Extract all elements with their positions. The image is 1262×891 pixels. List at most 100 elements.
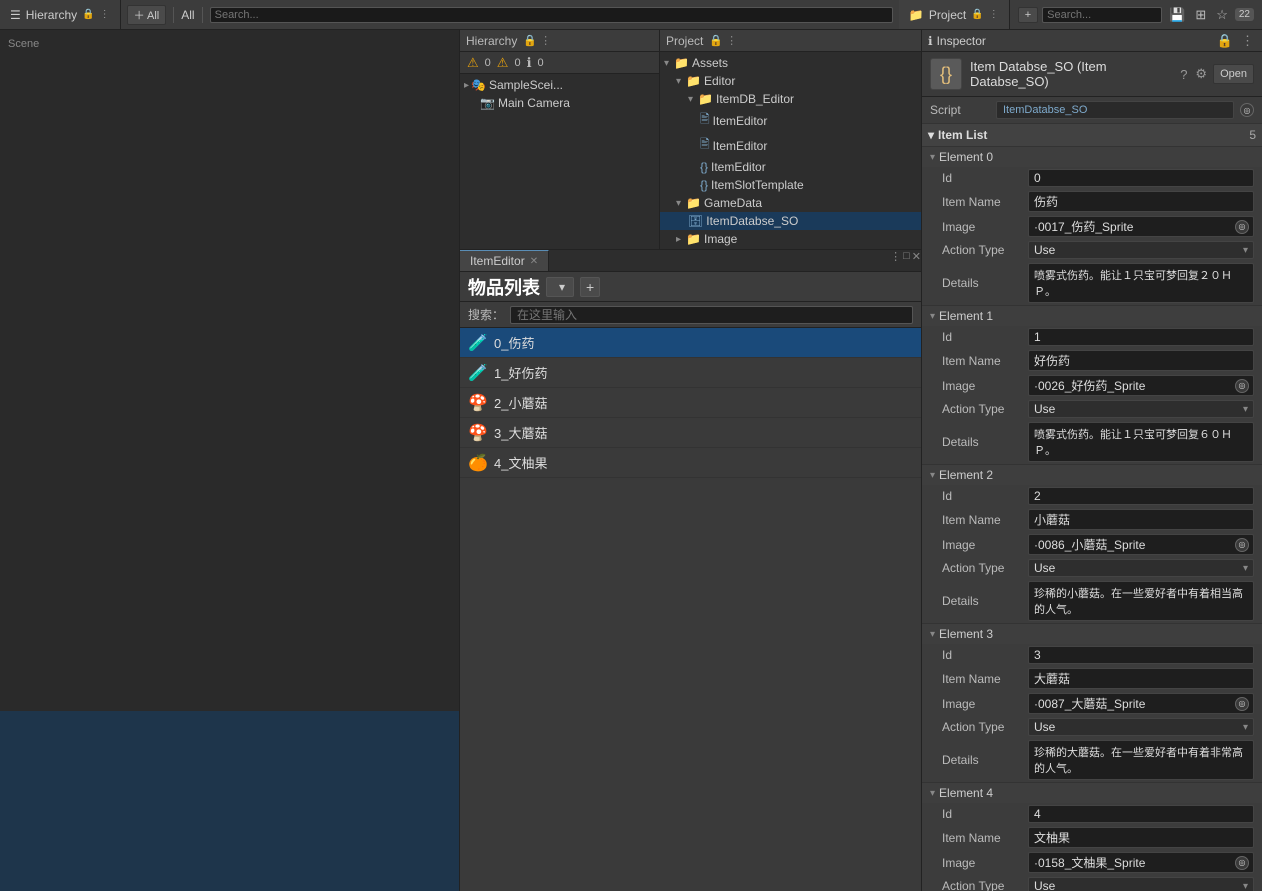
- project-dots-icon[interactable]: ⋮: [726, 34, 737, 47]
- hierarchy-lock-icon2[interactable]: 🔒: [523, 34, 537, 47]
- details-label-1: Details: [942, 435, 1022, 449]
- element-label-1: Element 1: [939, 309, 993, 323]
- element-header-3[interactable]: ▾ Element 3: [922, 624, 1262, 644]
- image-value-0[interactable]: ·0017_伤药_Sprite ◎: [1028, 216, 1254, 237]
- scene-item[interactable]: ▸ 🎭 SampleScei...: [460, 76, 659, 94]
- item-row-0[interactable]: 🧪 0_伤药: [460, 328, 921, 358]
- item-row-2[interactable]: 🍄 2_小蘑菇: [460, 388, 921, 418]
- image-row-0: Image ·0017_伤药_Sprite ◎: [922, 214, 1262, 239]
- global-search-input[interactable]: [210, 7, 893, 23]
- item-row-4[interactable]: 🍊 4_文柚果: [460, 448, 921, 478]
- details-value-3[interactable]: 珍稀的大蘑菇。在一些爱好者中有着非常高的人气。: [1028, 740, 1254, 780]
- action-value-3[interactable]: Use ▾: [1028, 718, 1254, 736]
- image-value-3[interactable]: ·0087_大蘑菇_Sprite ◎: [1028, 693, 1254, 714]
- tab-maximize-btn[interactable]: □: [903, 250, 910, 271]
- add-item-btn[interactable]: +: [580, 277, 600, 297]
- category-dropdown[interactable]: ▾: [546, 277, 574, 297]
- itemdatabse-so[interactable]: 🗄 ItemDatabse_SO: [660, 212, 921, 230]
- item-row-1[interactable]: 🧪 1_好伤药: [460, 358, 921, 388]
- plus-all-button[interactable]: ＋ All: [127, 5, 167, 25]
- so-obj-icon: {}: [940, 64, 952, 85]
- create-btn[interactable]: +: [1018, 7, 1038, 23]
- id-value-4[interactable]: 4: [1028, 805, 1254, 823]
- scene-label: Scene: [8, 38, 39, 50]
- camera-item[interactable]: 📷 Main Camera: [460, 94, 659, 112]
- itemdb-arrow: ▾: [688, 94, 693, 105]
- gamedata-folder[interactable]: ▾ 📁 GameData: [660, 194, 921, 212]
- action-value-2[interactable]: Use ▾: [1028, 559, 1254, 577]
- id-value-0[interactable]: 0: [1028, 169, 1254, 187]
- image-value-1[interactable]: ·0026_好伤药_Sprite ◎: [1028, 375, 1254, 396]
- editor-folder[interactable]: ▾ 📁 Editor: [660, 72, 921, 90]
- hierarchy-tree: ▸ 🎭 SampleScei... 📷 Main Camera: [460, 74, 659, 249]
- itemeditor1[interactable]: 🖹 ItemEditor: [660, 108, 921, 133]
- image-circle-1[interactable]: ◎: [1235, 379, 1249, 393]
- item-row-3[interactable]: 🍄 3_大蘑菇: [460, 418, 921, 448]
- item-editor-tab[interactable]: ItemEditor ✕: [460, 250, 549, 271]
- tab-menu-btn[interactable]: ⋮: [890, 250, 901, 271]
- item-folder[interactable]: ▸ 📁 Item: [660, 248, 921, 249]
- project-search-input[interactable]: [1042, 7, 1162, 23]
- hierarchy-dots-icon[interactable]: ⋮: [540, 34, 551, 47]
- item-icon-1: 🧪: [468, 363, 488, 383]
- action-value-1[interactable]: Use ▾: [1028, 400, 1254, 418]
- settings-btn[interactable]: ⚙: [1193, 64, 1209, 84]
- name-row-0: Item Name 伤药: [922, 189, 1262, 214]
- image-value-4[interactable]: ·0158_文柚果_Sprite ◎: [1028, 852, 1254, 873]
- project-menu-icon[interactable]: ⋮: [989, 9, 999, 20]
- image-circle-4[interactable]: ◎: [1235, 856, 1249, 870]
- id-value-3[interactable]: 3: [1028, 646, 1254, 664]
- action-text-1: Use: [1034, 402, 1055, 416]
- item-icon-2: 🍄: [468, 393, 488, 413]
- hierarchy-tab[interactable]: ☰ Hierarchy 🔒 ⋮: [0, 0, 121, 29]
- project-tab[interactable]: 📁 Project 🔒 ⋮: [899, 0, 1010, 29]
- hierarchy-menu-icon[interactable]: ⋮: [100, 9, 110, 20]
- image-circle-2[interactable]: ◎: [1235, 538, 1249, 552]
- itemeditor2[interactable]: 🖹 ItemEditor: [660, 133, 921, 158]
- itemeditor3[interactable]: {} ItemEditor: [660, 158, 921, 176]
- item-icon-3: 🍄: [468, 423, 488, 443]
- itemdb-folder[interactable]: ▾ 📁 ItemDB_Editor: [660, 90, 921, 108]
- image-value-2[interactable]: ·0086_小蘑菇_Sprite ◎: [1028, 534, 1254, 555]
- element-header-0[interactable]: ▾ Element 0: [922, 147, 1262, 167]
- help-btn[interactable]: ?: [1178, 64, 1189, 84]
- inspector-menu-btn[interactable]: ⋮: [1239, 31, 1256, 51]
- itemslot[interactable]: {} ItemSlotTemplate: [660, 176, 921, 194]
- open-btn[interactable]: Open: [1213, 64, 1254, 84]
- project-lock-icon2[interactable]: 🔒: [709, 34, 723, 47]
- element-header-4[interactable]: ▾ Element 4: [922, 783, 1262, 803]
- script-value: ItemDatabse_SO: [996, 101, 1234, 119]
- star-icon[interactable]: ☆: [1213, 5, 1231, 25]
- element-header-2[interactable]: ▾ Element 2: [922, 465, 1262, 485]
- action-value-0[interactable]: Use ▾: [1028, 241, 1254, 259]
- assets-item[interactable]: ▾ 📁 Assets: [660, 54, 921, 72]
- gamedata-folder-icon: 📁: [686, 196, 701, 210]
- name-value-2[interactable]: 小蘑菇: [1028, 509, 1254, 530]
- action-text-0: Use: [1034, 243, 1055, 257]
- tab-close-all-btn[interactable]: ✕: [912, 250, 921, 271]
- details-value-2[interactable]: 珍稀的小蘑菇。在一些爱好者中有着相当高的人气。: [1028, 581, 1254, 621]
- name-value-4[interactable]: 文柚果: [1028, 827, 1254, 848]
- item-search-input[interactable]: [510, 306, 913, 324]
- details-value-1[interactable]: 喷雾式伤药。能让１只宝可梦回复６０ＨＰ。: [1028, 422, 1254, 462]
- image-folder[interactable]: ▸ 📁 Image: [660, 230, 921, 248]
- image-circle-3[interactable]: ◎: [1235, 697, 1249, 711]
- action-value-4[interactable]: Use ▾: [1028, 877, 1254, 891]
- save-icon[interactable]: 💾: [1166, 5, 1188, 25]
- image-circle-0[interactable]: ◎: [1235, 220, 1249, 234]
- name-value-3[interactable]: 大蘑菇: [1028, 668, 1254, 689]
- scene-content: Scene: [0, 30, 459, 891]
- tab-close-btn[interactable]: ✕: [530, 256, 538, 267]
- id-value-2[interactable]: 2: [1028, 487, 1254, 505]
- image-text-0: ·0017_伤药_Sprite: [1034, 218, 1133, 235]
- name-value-1[interactable]: 好伤药: [1028, 350, 1254, 371]
- name-value-0[interactable]: 伤药: [1028, 191, 1254, 212]
- script-circle-btn[interactable]: ◎: [1240, 103, 1254, 117]
- element-header-1[interactable]: ▾ Element 1: [922, 306, 1262, 326]
- details-value-0[interactable]: 喷雾式伤药。能让１只宝可梦回复２０ＨＰ。: [1028, 263, 1254, 303]
- image-row-4: Image ·0158_文柚果_Sprite ◎: [922, 850, 1262, 875]
- id-value-1[interactable]: 1: [1028, 328, 1254, 346]
- item-editor-tab-label: ItemEditor: [470, 254, 525, 268]
- inspector-lock-btn[interactable]: 🔒: [1215, 31, 1235, 51]
- layout-icon[interactable]: ⊞: [1192, 5, 1209, 25]
